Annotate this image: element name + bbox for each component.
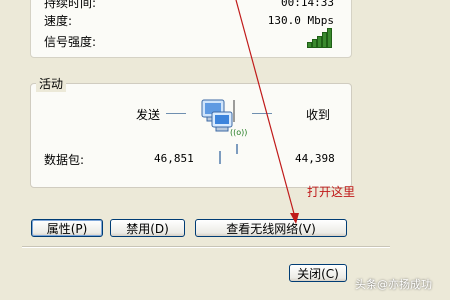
annotation-arrow bbox=[235, 0, 299, 224]
annotation-text: 打开这里 bbox=[307, 185, 356, 199]
watermark: 头条@亦扬成功 bbox=[355, 278, 432, 291]
